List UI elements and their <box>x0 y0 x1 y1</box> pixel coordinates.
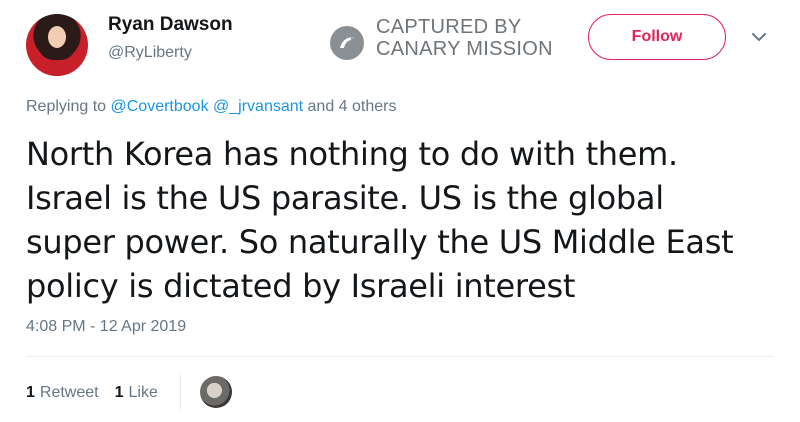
like-stat[interactable]: 1 Like <box>115 384 158 402</box>
reply-mention-jrvansant[interactable]: @_jrvansant <box>213 98 303 115</box>
watermark-line-2: CANARY MISSION <box>376 38 553 60</box>
reply-mention-covertbook[interactable]: @Covertbook <box>111 98 209 115</box>
like-count: 1 <box>114 384 124 401</box>
divider <box>26 356 774 357</box>
like-label: Like <box>128 384 158 401</box>
retweet-stat[interactable]: 1 Retweet <box>26 384 99 402</box>
reply-suffix[interactable]: and 4 others <box>308 98 397 115</box>
retweet-count: 1 <box>26 384 35 401</box>
retweet-label: Retweet <box>39 384 99 401</box>
author-name[interactable]: Ryan Dawson <box>108 14 233 36</box>
canary-bird-icon <box>330 26 364 60</box>
chevron-down-icon[interactable] <box>748 26 770 48</box>
author-handle[interactable]: @RyLiberty <box>108 44 192 62</box>
liker-avatar[interactable] <box>200 376 232 408</box>
replying-to: Replying to @Covertbook @_jrvansant and … <box>26 98 396 116</box>
watermark-line-1: CAPTURED BY <box>376 16 522 38</box>
author-avatar[interactable] <box>26 14 88 76</box>
tweet-text-line: Israel is the US parasite. US is the glo… <box>26 179 664 217</box>
tweet-timestamp[interactable]: 4:08 PM - 12 Apr 2019 <box>26 318 186 336</box>
tweet-text-line: super power. So naturally the US Middle … <box>26 223 734 261</box>
tweet-text-line: North Korea has nothing to do with them. <box>26 135 678 173</box>
follow-button[interactable]: Follow <box>588 14 726 60</box>
tweet-header: Ryan Dawson @RyLiberty CAPTURED BY CANAR… <box>26 10 786 80</box>
reply-prefix: Replying to <box>26 98 107 115</box>
tweet-text: North Korea has nothing to do with them.… <box>26 132 756 308</box>
stats-separator <box>180 374 181 410</box>
tweet-stats: 1 Retweet 1 Like <box>26 384 174 402</box>
tweet-text-line: policy is dictated by Israeli interest <box>26 267 576 305</box>
